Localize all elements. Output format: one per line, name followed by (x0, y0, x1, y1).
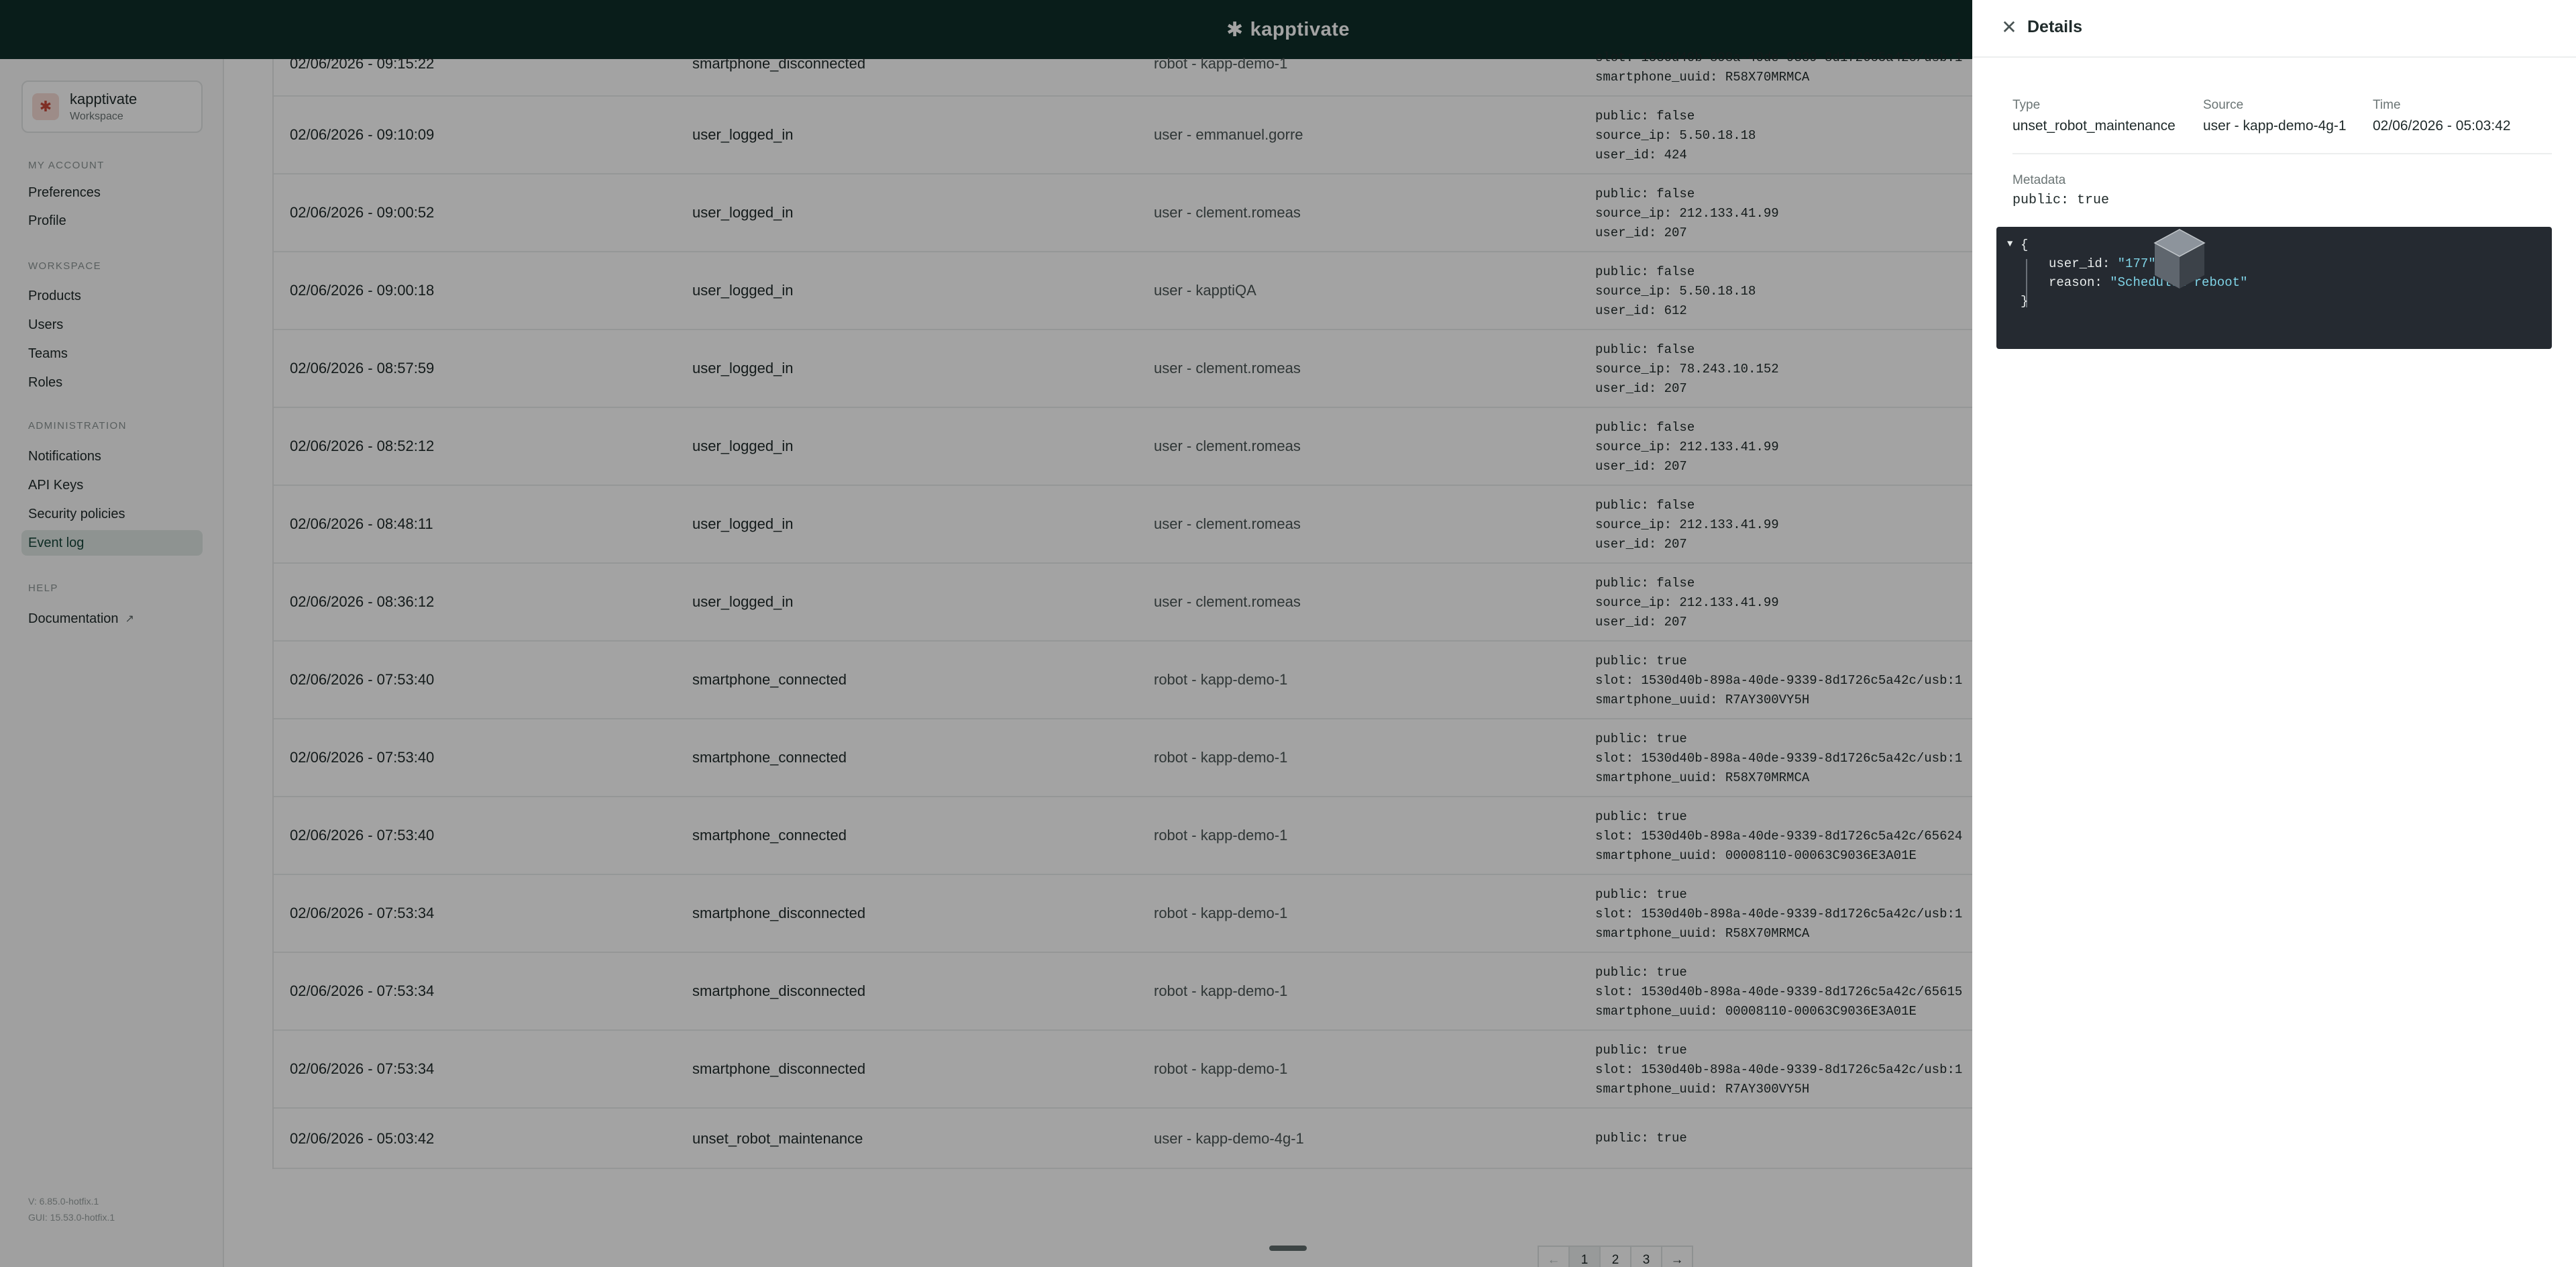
json-value: "177" (2117, 256, 2156, 271)
detail-type-value: unset_robot_maintenance (2012, 118, 2176, 134)
details-panel: ✕ Details Type unset_robot_maintenance S… (1972, 0, 2576, 1267)
json-close-brace: } (2021, 294, 2029, 309)
json-key: reason (2049, 275, 2095, 290)
detail-metadata-value: public: true (2012, 193, 2110, 208)
details-divider (2012, 153, 2552, 154)
json-viewer[interactable]: ▼ { user_id: "177", reason: "Scheduled r… (1996, 227, 2552, 349)
detail-metadata-label: Metadata (2012, 173, 2066, 187)
json-entry: user_id: "177", (2049, 256, 2163, 271)
json-key: user_id (2049, 256, 2102, 271)
resize-handle[interactable] (1269, 1246, 1307, 1251)
detail-time-value: 02/06/2026 - 05:03:42 (2373, 118, 2511, 134)
detail-source-label: Source (2203, 98, 2244, 112)
detail-time-label: Time (2373, 98, 2401, 112)
detail-type-label: Type (2012, 98, 2041, 112)
json-open-brace: { (2021, 238, 2029, 252)
detail-time: Time 02/06/2026 - 05:03:42 (2373, 98, 2511, 134)
detail-source: Source user - kapp-demo-4g-1 (2203, 98, 2347, 134)
json-entry: reason: "Scheduled reboot" (2049, 275, 2248, 290)
detail-type: Type unset_robot_maintenance (2012, 98, 2176, 134)
cube-cursor-icon (2153, 229, 2206, 289)
close-icon[interactable]: ✕ (1999, 17, 2019, 38)
json-collapse-toggle[interactable]: ▼ (2007, 239, 2012, 250)
details-header: ✕ Details (1972, 0, 2576, 58)
detail-source-value: user - kapp-demo-4g-1 (2203, 118, 2347, 134)
details-title: Details (2027, 17, 2082, 36)
